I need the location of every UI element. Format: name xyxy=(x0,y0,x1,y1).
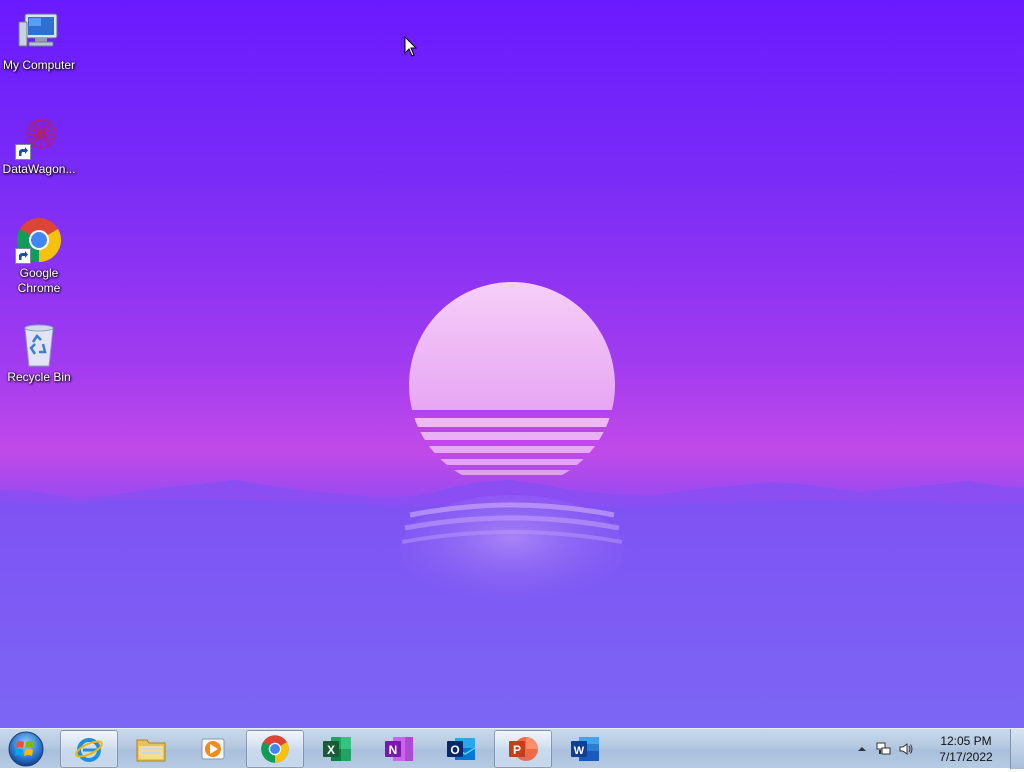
svg-text:O: O xyxy=(450,743,459,757)
taskbar-outlook[interactable]: O xyxy=(432,730,490,768)
chrome-icon xyxy=(261,735,289,763)
svg-text:N: N xyxy=(389,743,398,757)
wallpaper-sunset xyxy=(0,282,1024,728)
datawagon-icon xyxy=(15,112,63,160)
folder-icon xyxy=(136,739,166,762)
taskbar-onenote[interactable]: N xyxy=(370,730,428,768)
computer-icon xyxy=(15,8,63,56)
svg-text:X: X xyxy=(327,743,335,757)
excel-icon: X xyxy=(323,737,351,761)
shortcut-arrow-icon xyxy=(15,144,31,160)
taskbar: X N O P W 12:05 PM 7/17/2022 xyxy=(0,728,1024,769)
taskbar-word[interactable]: W xyxy=(556,730,614,768)
media-player-icon xyxy=(201,738,225,760)
word-icon: W xyxy=(571,737,599,761)
taskbar-media-player[interactable] xyxy=(184,730,242,768)
powerpoint-icon: P xyxy=(509,737,538,761)
clock-date: 7/17/2022 xyxy=(939,750,993,764)
show-hidden-icons-chevron-icon[interactable] xyxy=(854,741,870,757)
svg-text:P: P xyxy=(513,743,521,757)
taskbar-internet-explorer[interactable] xyxy=(60,730,118,768)
svg-text:W: W xyxy=(574,745,585,757)
desktop-icon-datawagon[interactable]: DataWagon... xyxy=(0,112,78,177)
taskbar-powerpoint[interactable]: P xyxy=(494,730,552,768)
clock[interactable]: 12:05 PM 7/17/2022 xyxy=(930,733,1002,765)
internet-explorer-icon xyxy=(75,738,103,762)
desktop-icon-label: Recycle Bin xyxy=(7,370,71,384)
taskbar-google-chrome[interactable] xyxy=(246,730,304,768)
outlook-icon: O xyxy=(447,738,476,760)
desktop-icon-google-chrome[interactable]: Google Chrome xyxy=(0,216,78,296)
desktop-icon-label: DataWagon... xyxy=(2,162,76,176)
recycle-bin-icon xyxy=(15,320,63,368)
desktop[interactable]: My Computer DataWagon... Google Chrome R… xyxy=(0,0,1024,728)
system-tray: 12:05 PM 7/17/2022 xyxy=(854,729,1024,769)
desktop-icon-recycle-bin[interactable]: Recycle Bin xyxy=(0,320,78,385)
taskbar-file-explorer[interactable] xyxy=(122,730,180,768)
desktop-icon-label: My Computer xyxy=(2,58,76,72)
show-desktop-button[interactable] xyxy=(1010,729,1024,769)
volume-icon[interactable] xyxy=(898,741,914,757)
mouse-cursor-icon xyxy=(404,36,418,57)
shortcut-arrow-icon xyxy=(15,248,31,264)
onenote-icon: N xyxy=(385,737,413,761)
windows-start-orb-icon xyxy=(8,731,44,767)
desktop-icon-label: Google Chrome xyxy=(17,266,61,295)
network-icon[interactable] xyxy=(876,741,892,757)
start-button[interactable] xyxy=(4,730,48,768)
chrome-icon xyxy=(15,216,63,264)
desktop-icon-my-computer[interactable]: My Computer xyxy=(0,8,78,73)
taskbar-excel[interactable]: X xyxy=(308,730,366,768)
clock-time: 12:05 PM xyxy=(940,734,992,748)
